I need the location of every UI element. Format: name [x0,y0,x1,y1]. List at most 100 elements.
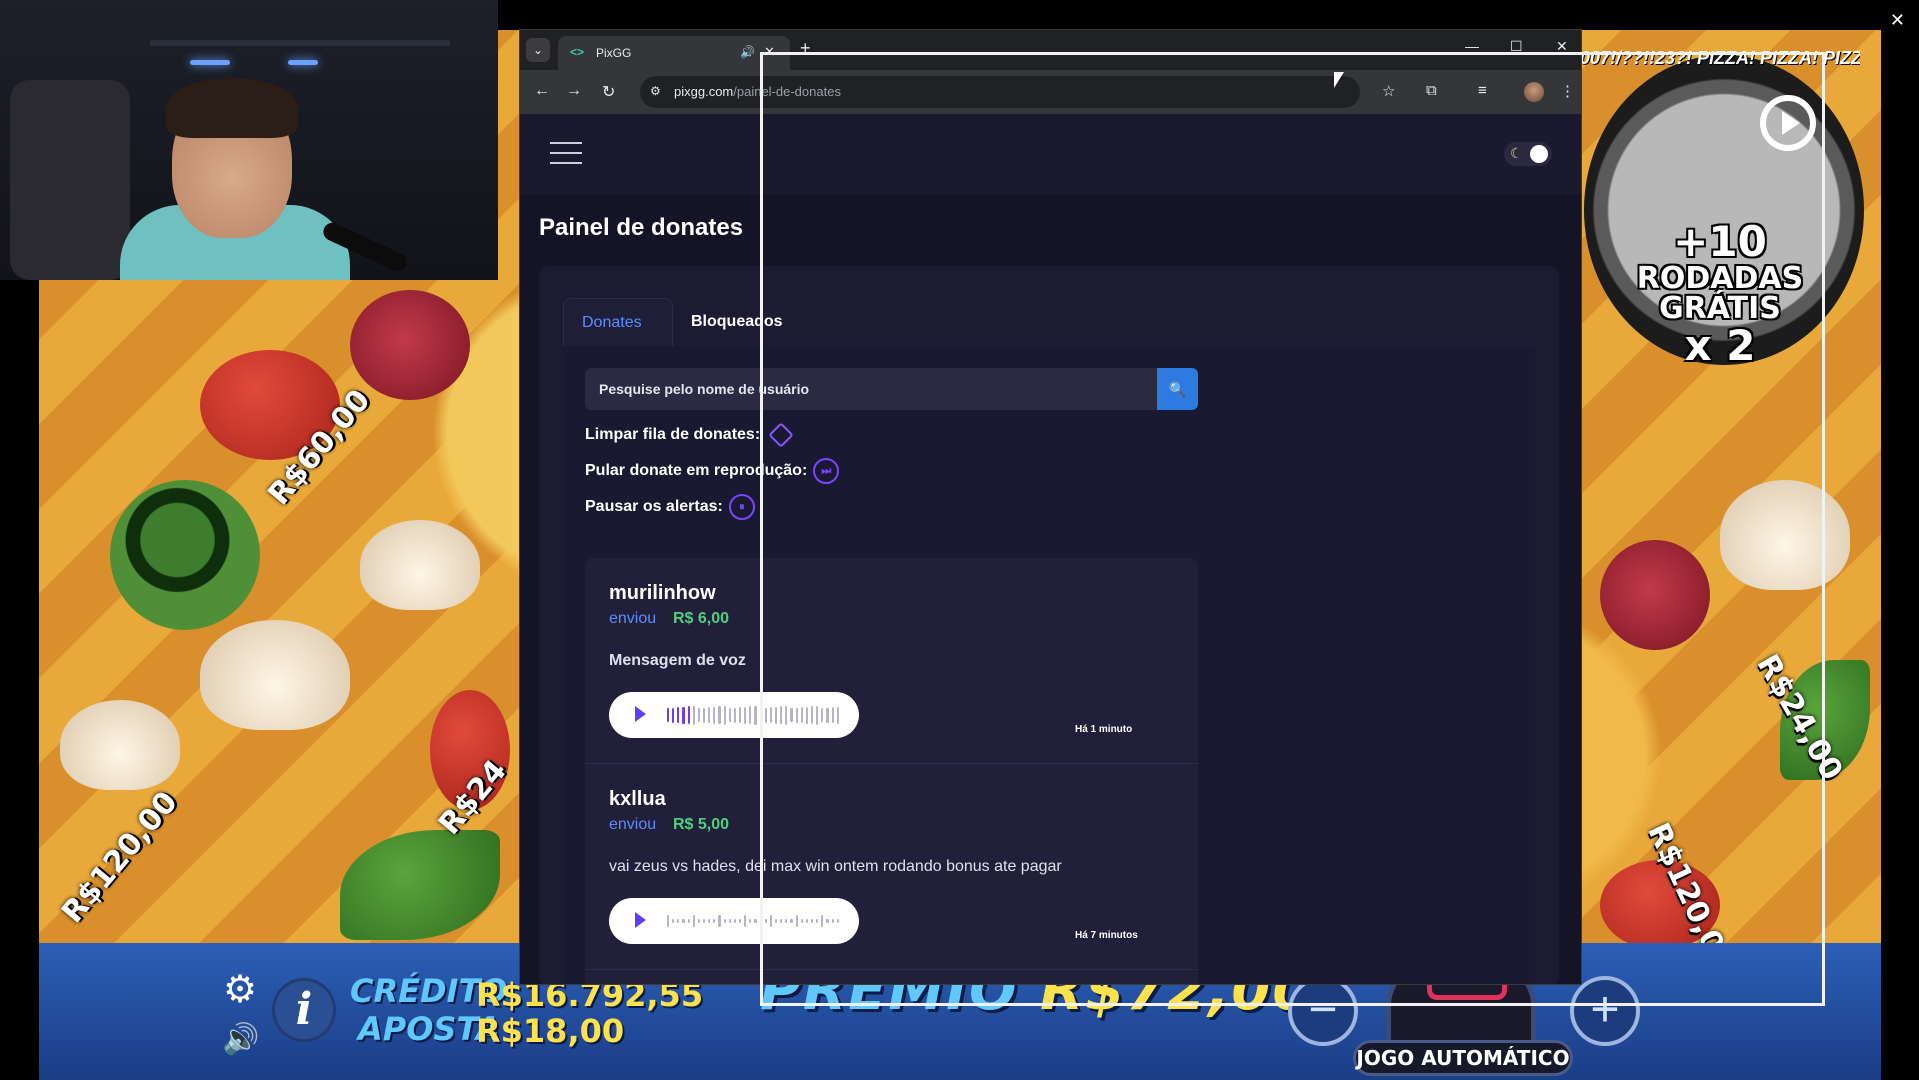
waveform-bar [682,706,685,724]
eraser-icon[interactable] [768,422,794,448]
waveform-bar [790,708,793,722]
donate-amount: R$ 5,00 [673,816,730,833]
tab-close-icon[interactable]: ✕ [764,44,775,60]
audio-player[interactable] [609,898,859,944]
extensions-icon[interactable]: ⧉ [1426,82,1437,99]
waveform-bar [718,915,721,927]
window-close-button[interactable]: ✕ [1556,38,1568,55]
minimize-button[interactable]: — [1465,38,1479,54]
audio-playing-icon[interactable]: 🔊 [740,45,755,59]
search-row: 🔍 [585,368,1198,410]
theme-toggle[interactable]: ☾ [1504,142,1552,166]
waveform-bar [702,707,706,723]
waveform-bar [677,707,680,723]
salami-topping [1600,540,1710,650]
waveform-bar [723,705,726,725]
tab-bar: ⌄ <> PixGG 🔊 ✕ + — ☐ ✕ [520,30,1581,70]
tab-donates[interactable]: Donates [563,298,673,346]
donate-amount: R$ 6,00 [673,610,730,627]
reload-button[interactable]: ↻ [602,82,615,102]
salami-topping [350,290,470,400]
waveform-bar [764,707,767,723]
audio-waveform[interactable] [667,910,839,932]
waveform-bar [713,919,716,923]
waveform-bar [769,707,772,723]
audio-waveform[interactable] [667,704,839,726]
auto-play-button[interactable]: JOGO AUTOMÁTICO [1353,1040,1573,1076]
site-info-icon[interactable]: ⚙ [650,84,661,98]
waveform-bar [831,919,834,923]
browser-menu-icon[interactable]: ⋮ [1560,82,1575,100]
waveform-bar [754,705,757,725]
tab-list-button[interactable]: ⌄ [526,38,550,62]
tab-bloqueados[interactable]: Bloqueados [673,298,801,346]
info-button[interactable]: i [272,978,336,1042]
donate-username: kxllua [609,788,666,810]
forward-button[interactable]: → [566,82,582,100]
skip-playing-label: Pular donate em reprodução: [585,462,808,479]
url-text[interactable]: pixgg.com/painel-de-donates [674,84,841,99]
waveform-bar [805,706,808,724]
waveform-bar [702,919,706,923]
waveform-bar [728,919,731,923]
waveform-bar [821,915,824,927]
replay-icon[interactable] [1760,95,1816,151]
mushroom-topping [60,700,180,790]
pause-icon[interactable]: ⏸ [728,494,755,520]
mushroom-topping [360,520,480,610]
waveform-bar [810,706,814,724]
new-tab-button[interactable]: + [800,38,811,59]
hamburger-menu-icon[interactable] [550,142,582,164]
gear-icon[interactable]: ⚙ [220,970,260,1010]
waveform-bar [692,915,695,927]
olive-topping [110,480,260,630]
waveform-bar [708,707,711,723]
speaker-icon[interactable]: 🔊 [222,1022,259,1057]
waveform-bar [800,919,803,923]
decrease-bet-button[interactable]: − [1288,976,1358,1046]
waveform-bar [723,919,726,923]
bet-value: R$18,00 [476,1012,625,1050]
waveform-bar [733,707,736,723]
free-spins-text-2: GRÁTIS [1659,291,1781,326]
waveform-bar [780,706,783,724]
waveform-bar [744,706,747,724]
donate-message: Mensagem de voz [609,652,746,669]
screen: R$60,00 R$120,00 R$24 R$24,00 R$120,00 0… [0,0,1919,1080]
page-header: ☾ [520,114,1581,194]
waveform-bar [718,706,721,724]
donate-sent-label: enviou [609,816,657,833]
free-spins-text-1: RODADAS [1636,261,1804,296]
profile-avatar[interactable] [1524,82,1544,102]
search-input[interactable] [585,368,1157,410]
waveform-bar [821,708,824,722]
moon-icon: ☾ [1510,145,1523,161]
search-button[interactable]: 🔍 [1157,368,1198,410]
waveform-bar [728,708,731,722]
waveform-bar [738,919,742,923]
waveform-bar [764,919,767,923]
back-button[interactable]: ← [534,82,550,100]
waveform-bar [687,919,690,923]
skip-icon[interactable]: ⏭ [813,458,840,484]
url-path: /painel-de-donates [733,84,841,99]
media-controls-icon[interactable]: ≡ [1478,82,1487,99]
play-icon[interactable] [635,706,646,722]
waveform-bar [810,919,814,923]
play-icon[interactable] [635,912,646,928]
waveform-bar [759,919,762,923]
waveform-bar [672,707,675,723]
donate-item: murilinhow enviou R$ 6,00 Mensagem de vo… [585,558,1198,764]
audio-player[interactable] [609,692,859,738]
web-page: ☾ Painel de donates Donates Bloqueados 🔍 [520,114,1581,984]
waveform-bar [774,919,778,923]
waveform-bar [738,707,742,723]
maximize-button[interactable]: ☐ [1510,38,1523,55]
browser-tab[interactable]: <> PixGG 🔊 ✕ [558,36,790,70]
bookmark-star-icon[interactable]: ☆ [1382,82,1395,100]
waveform-bar [831,707,834,723]
address-bar[interactable]: ⚙ pixgg.com/painel-de-donates [640,76,1360,108]
search-icon: 🔍 [1168,381,1187,397]
close-icon[interactable]: ✕ [1890,10,1905,31]
increase-bet-button[interactable]: + [1570,976,1640,1046]
